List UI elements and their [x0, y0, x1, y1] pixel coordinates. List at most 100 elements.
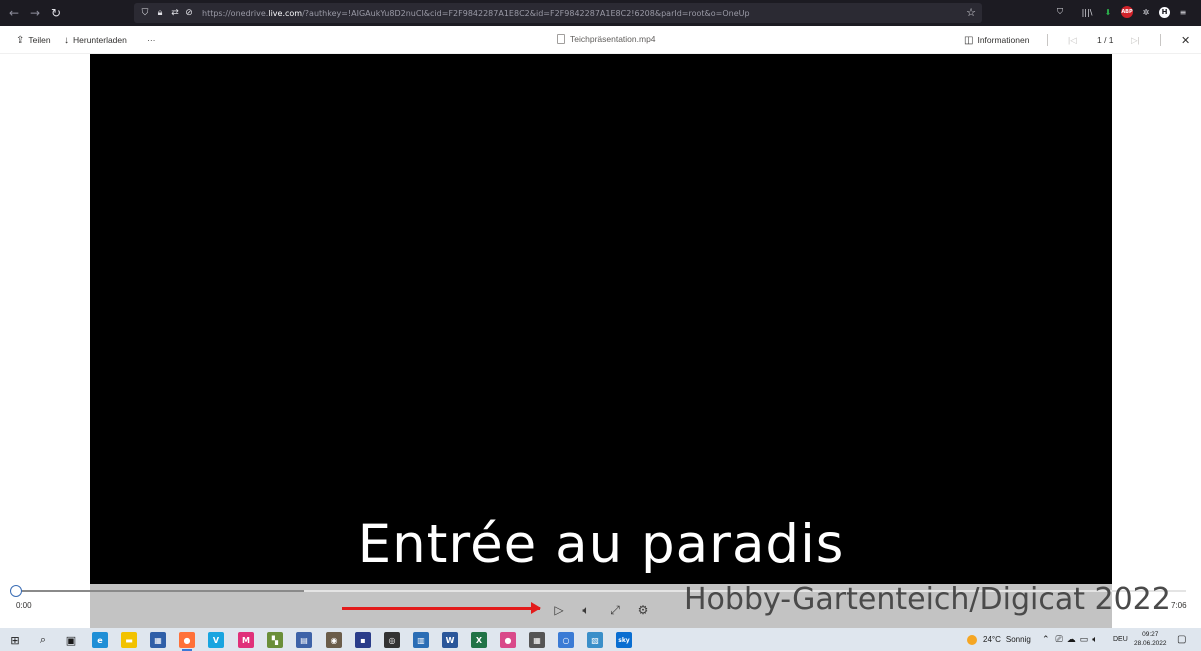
file-name: Teichpräsentation.mp4 — [570, 34, 656, 44]
duration: 7:06 — [1171, 601, 1187, 610]
taskbar-edge-icon[interactable]: e — [92, 632, 108, 648]
network-icon[interactable]: ⎚ — [1056, 634, 1063, 645]
language-indicator[interactable]: DEU — [1113, 628, 1128, 651]
video-subtitle: Entrée au paradis — [357, 514, 845, 575]
watermark: Hobby-Gartenteich/Digicat 2022 — [684, 582, 1171, 617]
clock-date: 28.06.2022 — [1134, 640, 1167, 647]
taskbar-file-explorer-icon[interactable]: ▬ — [121, 632, 137, 648]
settings-button[interactable]: ⚙ — [634, 601, 652, 619]
next-icon: ▷| — [1131, 34, 1140, 45]
expand-icon: ⤢ — [610, 602, 620, 617]
menu-icon[interactable]: ≡ — [1175, 4, 1191, 20]
info-panel-icon: ◫ — [964, 34, 974, 46]
page-counter: 1 / 1 — [1097, 33, 1114, 47]
gear-icon: ⚙ — [637, 603, 649, 617]
current-time: 0:00 — [16, 601, 32, 610]
divider — [1160, 34, 1161, 46]
file-title: Teichpräsentation.mp4 — [557, 34, 656, 44]
cloud-icon[interactable]: ☁ — [1067, 634, 1076, 645]
permissions-icon[interactable]: ⇄ — [168, 6, 182, 20]
play-button[interactable]: ▷ — [550, 601, 568, 619]
share-button[interactable]: ⇪ Teilen — [16, 33, 51, 47]
download-icon: ↓ — [64, 34, 69, 46]
play-icon: ▷ — [554, 603, 564, 617]
previous-button[interactable]: |◁ — [1068, 33, 1077, 47]
extension-gear-icon[interactable]: ✲ — [1138, 4, 1154, 20]
taskbar-app-grid-icon[interactable]: ▧ — [587, 632, 603, 648]
taskbar-app-film-icon[interactable]: ▦ — [529, 632, 545, 648]
chevron-up-icon[interactable]: ⌃ — [1042, 634, 1050, 645]
url-text[interactable]: https://onedrive.live.com/?authkey=!AIGA… — [202, 9, 750, 18]
display-icon[interactable]: ▭ — [1080, 634, 1089, 645]
taskbar-app-pc-icon[interactable]: ▪ — [355, 632, 371, 648]
more-icon: ··· — [147, 35, 156, 45]
info-label: Informationen — [977, 35, 1030, 45]
taskbar-word-icon[interactable]: W — [442, 632, 458, 648]
taskbar-app-gimp-icon[interactable]: ◉ — [326, 632, 342, 648]
pocket-icon[interactable]: ⛉ — [1052, 4, 1068, 20]
weather-text: Sonnig — [1005, 635, 1031, 644]
weather-temp: 24°C — [983, 635, 1001, 644]
tracking-icon[interactable]: ⊘ — [182, 6, 196, 20]
lock-icon[interactable]: 🔒︎ — [153, 6, 167, 20]
page-counter-text: 1 / 1 — [1097, 35, 1114, 45]
share-label: Teilen — [28, 35, 51, 45]
notification-icon[interactable]: ▢ — [1177, 628, 1186, 651]
download-label: Herunterladen — [73, 35, 127, 45]
divider — [1047, 34, 1048, 46]
taskbar-app-sky-icon[interactable]: sky — [616, 632, 632, 648]
video-file-icon — [557, 34, 565, 44]
taskbar-app-v-icon[interactable]: V — [208, 632, 224, 648]
info-button[interactable]: ◫ Informationen — [964, 33, 1029, 47]
taskbar-windows-start-icon[interactable]: ⊞ — [7, 632, 23, 648]
taskbar-app-ring-icon[interactable]: ○ — [558, 632, 574, 648]
taskbar-task-view-icon[interactable]: ▣ — [63, 632, 79, 648]
taskbar-excel-icon[interactable]: X — [471, 632, 487, 648]
back-icon[interactable]: ← — [4, 3, 24, 23]
volume-icon: 🔈︎ — [582, 602, 590, 617]
bookmark-star-icon[interactable]: ☆ — [966, 6, 976, 19]
viewer-toolbar: ⇪ Teilen ↓ Herunterladen ··· Teichpräsen… — [0, 26, 1201, 54]
taskbar-search-icon[interactable]: ⌕ — [35, 632, 51, 648]
reload-icon[interactable]: ↻ — [46, 3, 66, 23]
extensions: ⛉ |||\ ⬇ ABP ✲ H ≡ — [1052, 4, 1191, 20]
forward-icon[interactable]: → — [25, 3, 45, 23]
taskbar-app-doc-icon[interactable]: ▤ — [296, 632, 312, 648]
taskbar-app-tiles-icon[interactable]: ▚ — [267, 632, 283, 648]
taskbar-app-ball-icon[interactable]: ● — [500, 632, 516, 648]
taskbar-firefox-icon[interactable]: ● — [179, 632, 195, 651]
download-button[interactable]: ↓ Herunterladen — [64, 33, 127, 47]
clock-time: 09:27 — [1142, 631, 1159, 638]
more-button[interactable]: ··· — [147, 33, 156, 47]
fullscreen-button[interactable]: ⤢ — [606, 601, 624, 619]
progress-handle[interactable] — [10, 585, 22, 597]
next-button[interactable]: ▷| — [1131, 33, 1140, 47]
close-button[interactable]: ✕ — [1181, 33, 1190, 47]
tray-icons: ⌃ ⎚ ☁ ▭ 🔈︎ — [1042, 628, 1098, 651]
shield-icon[interactable]: ⛉ — [138, 6, 152, 20]
download-arrow-icon[interactable]: ⬇ — [1100, 4, 1116, 20]
red-arrow-annotation — [342, 602, 541, 614]
language-text: DEU — [1113, 636, 1128, 643]
video-player[interactable]: Entrée au paradis — [90, 54, 1112, 584]
taskbar-app-m-icon[interactable]: M — [238, 632, 254, 648]
browser-toolbar: ← → ↻ ⛉ 🔒︎ ⇄ ⊘ https://onedrive.live.com… — [0, 0, 1201, 26]
sun-icon — [967, 634, 977, 645]
account-icon[interactable]: H — [1159, 6, 1170, 18]
clock[interactable]: 09:27 28.06.2022 — [1134, 630, 1167, 648]
previous-icon: |◁ — [1068, 34, 1077, 45]
taskbar-store-icon[interactable]: ▦ — [150, 632, 166, 648]
taskbar-app-data-icon[interactable]: ▥ — [413, 632, 429, 648]
video-stage: Entrée au paradis 0:00 7:06 ▷ 🔈︎ ⤢ ⚙ Hob… — [0, 54, 1201, 628]
adblock-icon[interactable]: ABP — [1121, 6, 1133, 18]
weather-widget[interactable]: 24°C Sonnig — [967, 628, 1031, 651]
close-icon: ✕ — [1181, 34, 1191, 47]
progress-buffered — [16, 590, 304, 592]
volume-button[interactable]: 🔈︎ — [577, 601, 595, 619]
speaker-icon[interactable]: 🔈︎ — [1092, 634, 1097, 645]
taskbar-app-obs-icon[interactable]: ◎ — [384, 632, 400, 648]
address-bar[interactable]: ⛉ 🔒︎ ⇄ ⊘ https://onedrive.live.com/?auth… — [134, 3, 982, 23]
taskbar: ⊞ ⌕ ▣ e ▬ ▦ ● V M ▚ ▤ ◉ ▪ ◎ ▥ W X ● ▦ ○ ▧ sky 24°C Sonnig ⌃ ⎚… — [0, 628, 1201, 651]
share-icon: ⇪ — [16, 34, 25, 46]
library-icon[interactable]: |||\ — [1079, 4, 1095, 20]
